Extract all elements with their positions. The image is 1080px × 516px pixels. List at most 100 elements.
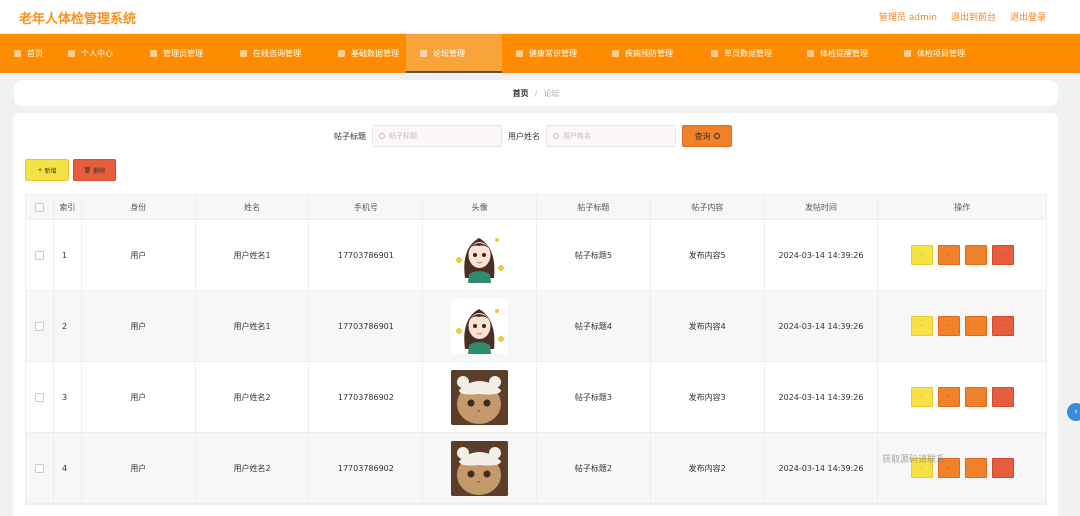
comment-button[interactable]: ··: [964, 458, 987, 478]
header-post-title: 帖子标题: [537, 195, 651, 219]
detail-button[interactable]: ·: [910, 245, 933, 265]
row-avatar-cell: [423, 362, 538, 432]
comment-button[interactable]: ··: [964, 387, 987, 407]
header-actions: 操作: [954, 202, 971, 212]
row-checkbox[interactable]: [34, 321, 44, 331]
select-all-cell: [26, 195, 54, 219]
table-header: 索引 身份 姓名 手机号 头像 帖子标题 帖子内容 发帖时间 操作: [26, 195, 1046, 220]
row-index: 4: [54, 433, 82, 503]
comment-button[interactable]: ··: [964, 245, 987, 265]
row-checkbox-cell: [26, 291, 54, 361]
nav-item-6[interactable]: 健康常识管理: [516, 34, 577, 73]
detail-button[interactable]: ·: [910, 387, 933, 407]
title-search-input[interactable]: 帖子标题: [372, 125, 502, 147]
nav-item-8[interactable]: 单页数据管理: [711, 34, 772, 73]
nav-item-label: 首页: [27, 49, 43, 58]
row-phone: 17703786901: [309, 291, 424, 361]
select-all-checkbox[interactable]: [34, 202, 44, 212]
nav-item-0[interactable]: 首页: [14, 34, 43, 73]
nav-item-10[interactable]: 体检项目管理: [904, 34, 965, 73]
trash-icon: 🗑: [83, 166, 92, 174]
row-checkbox[interactable]: [34, 392, 44, 402]
admin-link[interactable]: 管理员 admin: [879, 10, 937, 23]
add-button[interactable]: + 新增: [25, 159, 69, 181]
row-name: 用户姓名1: [196, 291, 310, 361]
detail-button[interactable]: ·: [910, 316, 933, 336]
header-post-time: 发帖时间: [765, 195, 879, 219]
table-row: 1 用户 用户姓名1 17703786901 帖子标题5 发布内容5 2024-03-14 …: [26, 220, 1046, 291]
user-search-label: 用户姓名: [508, 132, 540, 141]
row-index: 3: [54, 362, 82, 432]
title-search-placeholder: 帖子标题: [389, 132, 417, 140]
header-index: 索引: [54, 195, 82, 219]
row-role: 用户: [82, 362, 196, 432]
header-role: 身份: [82, 195, 196, 219]
nav-item-label: 在线咨询管理: [253, 49, 301, 58]
shield-icon: [612, 50, 619, 57]
avatar: [451, 440, 509, 496]
table-row: 2 用户 用户姓名1 17703786901 帖子标题4 发布内容4 2024-03-14 …: [26, 291, 1046, 362]
nav-item-7[interactable]: 疾病预防管理: [612, 34, 673, 73]
admin-icon: [150, 50, 157, 57]
delete-button-label: 删除: [93, 167, 106, 175]
main-nav: 首页 个人中心 管理员管理 在线咨询管理 基础数据管理 论坛管理 健康常识管理 疾病预防管理 单…: [0, 34, 1080, 73]
row-actions: · ·· ·· ··: [878, 291, 1046, 361]
breadcrumb-home[interactable]: 首页: [513, 88, 529, 99]
nav-item-1[interactable]: 个人中心: [68, 34, 113, 73]
nav-item-label: 体检提醒管理: [820, 49, 868, 58]
nav-item-label: 疾病预防管理: [625, 49, 673, 58]
nav-item-5[interactable]: 论坛管理: [406, 34, 502, 73]
comment-button[interactable]: ··: [964, 316, 987, 336]
chat-icon: [240, 50, 247, 57]
row-phone: 17703786901: [309, 220, 424, 290]
row-checkbox[interactable]: [34, 250, 44, 260]
row-action-group: · ·· ·· ··: [910, 316, 1014, 336]
header-phone: 手机号: [309, 195, 424, 219]
row-delete-button[interactable]: ··: [991, 245, 1014, 265]
row-post-title: 帖子标题4: [537, 291, 651, 361]
row-actions: · ·· ·· ··: [878, 362, 1046, 432]
row-index: 2: [54, 291, 82, 361]
nav-item-label: 体检项目管理: [917, 49, 965, 58]
delete-button[interactable]: 🗑 删除: [73, 159, 116, 181]
row-delete-button[interactable]: ··: [991, 458, 1014, 478]
nav-item-2[interactable]: 管理员管理: [150, 34, 203, 73]
row-index: 1: [54, 220, 82, 290]
logout-link[interactable]: 退出登录: [1010, 10, 1046, 23]
table-row: 3 用户 用户姓名2 17703786902 帖子标题3 发布内容3 2024-03-14 …: [26, 362, 1046, 433]
page-icon: [711, 50, 718, 57]
bell-icon: [807, 50, 814, 57]
breadcrumb-separator: /: [534, 88, 538, 98]
nav-item-label: 论坛管理: [433, 49, 465, 58]
row-avatar-cell: [423, 433, 538, 503]
row-post-time: 2024-03-14 14:39:26: [765, 433, 879, 503]
row-post-time: 2024-03-14 14:39:26: [765, 362, 879, 432]
collapse-handle[interactable]: ‹: [1067, 403, 1080, 421]
row-checkbox[interactable]: [34, 463, 44, 473]
user-search-input[interactable]: 用户姓名: [546, 125, 676, 147]
edit-button[interactable]: ··: [937, 316, 960, 336]
nav-item-4[interactable]: 基础数据管理: [338, 34, 399, 73]
row-avatar-cell: [423, 291, 538, 361]
watermark: 获取源码请联系: [882, 455, 946, 465]
header-name: 姓名: [196, 195, 310, 219]
row-name: 用户姓名2: [196, 362, 310, 432]
nav-item-3[interactable]: 在线咨询管理: [240, 34, 301, 73]
search-row: 帖子标题 帖子标题 用户姓名 用户姓名 查询: [13, 125, 1058, 147]
front-link[interactable]: 退出到前台: [951, 10, 996, 23]
user-search-placeholder: 用户姓名: [563, 132, 591, 140]
row-delete-button[interactable]: ··: [991, 316, 1014, 336]
search-icon: [553, 133, 559, 139]
row-post-title: 帖子标题3: [537, 362, 651, 432]
avatar: [451, 227, 509, 283]
row-delete-button[interactable]: ··: [991, 387, 1014, 407]
edit-button[interactable]: ··: [937, 387, 960, 407]
nav-item-9[interactable]: 体检提醒管理: [807, 34, 868, 73]
row-name: 用户姓名2: [196, 433, 310, 503]
breadcrumb: 首页 / 论坛: [14, 80, 1058, 106]
query-button[interactable]: 查询: [682, 125, 732, 147]
user-icon: [68, 50, 75, 57]
query-button-label: 查询: [694, 131, 711, 141]
row-role: 用户: [82, 220, 196, 290]
edit-button[interactable]: ··: [937, 245, 960, 265]
